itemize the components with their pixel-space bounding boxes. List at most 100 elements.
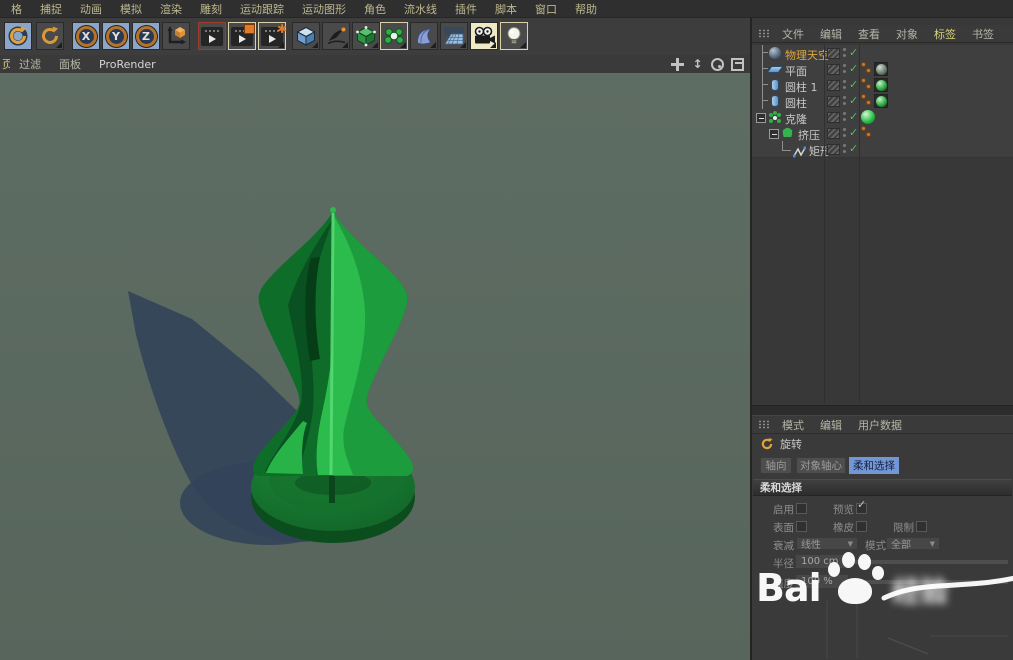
- enable-checkbox[interactable]: [796, 503, 807, 514]
- material-tag-icon[interactable]: [874, 62, 888, 76]
- om-menu-tags[interactable]: 标签: [926, 26, 964, 42]
- am-menu-mode[interactable]: 模式: [774, 417, 812, 433]
- enable-check[interactable]: ✓: [849, 78, 858, 91]
- subdivision-surface-button[interactable]: [352, 22, 380, 50]
- visibility-dots[interactable]: [843, 80, 847, 92]
- zoom-view-icon[interactable]: ↕: [691, 58, 704, 71]
- object-row[interactable]: 矩形 ✓: [752, 141, 1013, 158]
- rotate-view-icon[interactable]: [711, 58, 724, 71]
- tag-dots-icon[interactable]: [861, 62, 872, 75]
- menu-item[interactable]: 角色: [355, 1, 395, 17]
- pan-view-icon[interactable]: [671, 58, 684, 71]
- light-button[interactable]: [500, 22, 528, 50]
- enable-check[interactable]: ✓: [849, 46, 858, 59]
- camera-button[interactable]: [470, 22, 498, 50]
- tag-dots-icon[interactable]: [861, 126, 872, 139]
- layer-stripe-icon[interactable]: [827, 80, 840, 91]
- mograph-cloner-button[interactable]: [380, 22, 408, 50]
- layer-stripe-icon[interactable]: [827, 112, 840, 123]
- grid-handle-icon[interactable]: [758, 420, 770, 429]
- menu-item[interactable]: 雕刻: [191, 1, 231, 17]
- mode-select[interactable]: 全部 ▼: [886, 537, 940, 550]
- layer-stripe-icon[interactable]: [827, 128, 840, 139]
- rotate-flyout-button[interactable]: [36, 22, 64, 50]
- layer-stripe-icon[interactable]: [827, 64, 840, 75]
- visibility-dots[interactable]: [843, 48, 847, 60]
- menu-item[interactable]: 渲染: [151, 1, 191, 17]
- maximize-view-icon[interactable]: [731, 58, 744, 71]
- menu-item[interactable]: 动画: [71, 1, 111, 17]
- radius-slider[interactable]: [853, 560, 1008, 564]
- strength-input[interactable]: 100 %: [796, 575, 848, 588]
- grid-handle-icon[interactable]: [758, 29, 770, 38]
- menu-item[interactable]: 运动跟踪: [231, 1, 293, 17]
- surface-checkbox[interactable]: [796, 521, 807, 532]
- visibility-dots[interactable]: [843, 64, 847, 76]
- rubber-checkbox[interactable]: [856, 521, 867, 532]
- object-row[interactable]: 克隆 ✓: [752, 109, 1013, 126]
- render-settings-button[interactable]: ✱: [258, 22, 286, 50]
- axis-x-lock-button[interactable]: X: [72, 22, 100, 50]
- rotate-tool-button[interactable]: [4, 22, 32, 50]
- om-menu-file[interactable]: 文件: [774, 26, 812, 42]
- object-row[interactable]: 圆柱 1 ✓: [752, 77, 1013, 94]
- falloff-curve[interactable]: [752, 599, 1013, 660]
- strength-slider[interactable]: [853, 580, 1008, 584]
- menu-item[interactable]: 窗口: [526, 1, 566, 17]
- menu-item[interactable]: 流水线: [395, 1, 446, 17]
- menu-item[interactable]: 捕捉: [31, 1, 71, 17]
- deformer-button[interactable]: [410, 22, 438, 50]
- material-tag-icon[interactable]: [861, 110, 875, 124]
- limit-checkbox[interactable]: [916, 521, 927, 532]
- menu-item[interactable]: 帮助: [566, 1, 606, 17]
- object-row[interactable]: 平面 ✓: [752, 61, 1013, 78]
- viewport-menu-panel[interactable]: 面板: [50, 56, 90, 72]
- menu-item[interactable]: 脚本: [486, 1, 526, 17]
- enable-check[interactable]: ✓: [849, 62, 858, 75]
- radius-input[interactable]: 100 cm: [796, 555, 848, 568]
- render-picture-viewer-button[interactable]: [228, 22, 256, 50]
- tab-soft-selection[interactable]: 柔和选择: [849, 457, 899, 474]
- tag-dots-icon[interactable]: [861, 78, 872, 91]
- viewport-menu-item[interactable]: 页: [0, 56, 10, 72]
- tab-object-axis[interactable]: 对象轴心: [796, 457, 846, 474]
- material-tag-icon[interactable]: [874, 94, 888, 108]
- layer-stripe-icon[interactable]: [827, 144, 840, 155]
- material-tag-icon[interactable]: [874, 78, 888, 92]
- am-menu-edit[interactable]: 编辑: [812, 417, 850, 433]
- menu-item[interactable]: 运动图形: [293, 1, 355, 17]
- tab-axis[interactable]: 轴向: [760, 457, 792, 474]
- layer-stripe-icon[interactable]: [827, 96, 840, 107]
- viewport-menu-prorender[interactable]: ProRender: [90, 58, 165, 71]
- object-row[interactable]: 圆柱 ✓: [752, 93, 1013, 110]
- tag-dots-icon[interactable]: [861, 94, 872, 107]
- enable-check[interactable]: ✓: [849, 142, 858, 155]
- menu-item[interactable]: 模拟: [111, 1, 151, 17]
- floor-environment-button[interactable]: [440, 22, 468, 50]
- visibility-dots[interactable]: [843, 128, 847, 140]
- falloff-select[interactable]: 线性 ▼: [796, 537, 858, 550]
- visibility-dots[interactable]: [843, 96, 847, 108]
- om-menu-object[interactable]: 对象: [888, 26, 926, 42]
- expand-toggle[interactable]: [756, 113, 766, 123]
- viewport-menu-filter[interactable]: 过滤: [10, 56, 50, 72]
- axis-z-lock-button[interactable]: Z: [132, 22, 160, 50]
- enable-check[interactable]: ✓: [849, 126, 858, 139]
- expand-toggle[interactable]: [769, 129, 779, 139]
- om-menu-edit[interactable]: 编辑: [812, 26, 850, 42]
- spline-pen-button[interactable]: [322, 22, 350, 50]
- render-view-button[interactable]: [198, 22, 226, 50]
- primitive-cube-button[interactable]: [292, 22, 320, 50]
- menu-item[interactable]: 格: [2, 1, 31, 17]
- enable-check[interactable]: ✓: [849, 94, 858, 107]
- om-menu-bookmark[interactable]: 书签: [964, 26, 1002, 42]
- viewport-canvas[interactable]: [0, 73, 750, 660]
- object-row[interactable]: 物理天空 ✓: [752, 45, 1013, 62]
- om-menu-view[interactable]: 查看: [850, 26, 888, 42]
- object-row[interactable]: 挤压 ✓: [752, 125, 1013, 142]
- visibility-dots[interactable]: [843, 144, 847, 156]
- enable-check[interactable]: ✓: [849, 110, 858, 123]
- visibility-dots[interactable]: [843, 112, 847, 124]
- coordinate-system-button[interactable]: [162, 22, 190, 50]
- layer-stripe-icon[interactable]: [827, 48, 840, 59]
